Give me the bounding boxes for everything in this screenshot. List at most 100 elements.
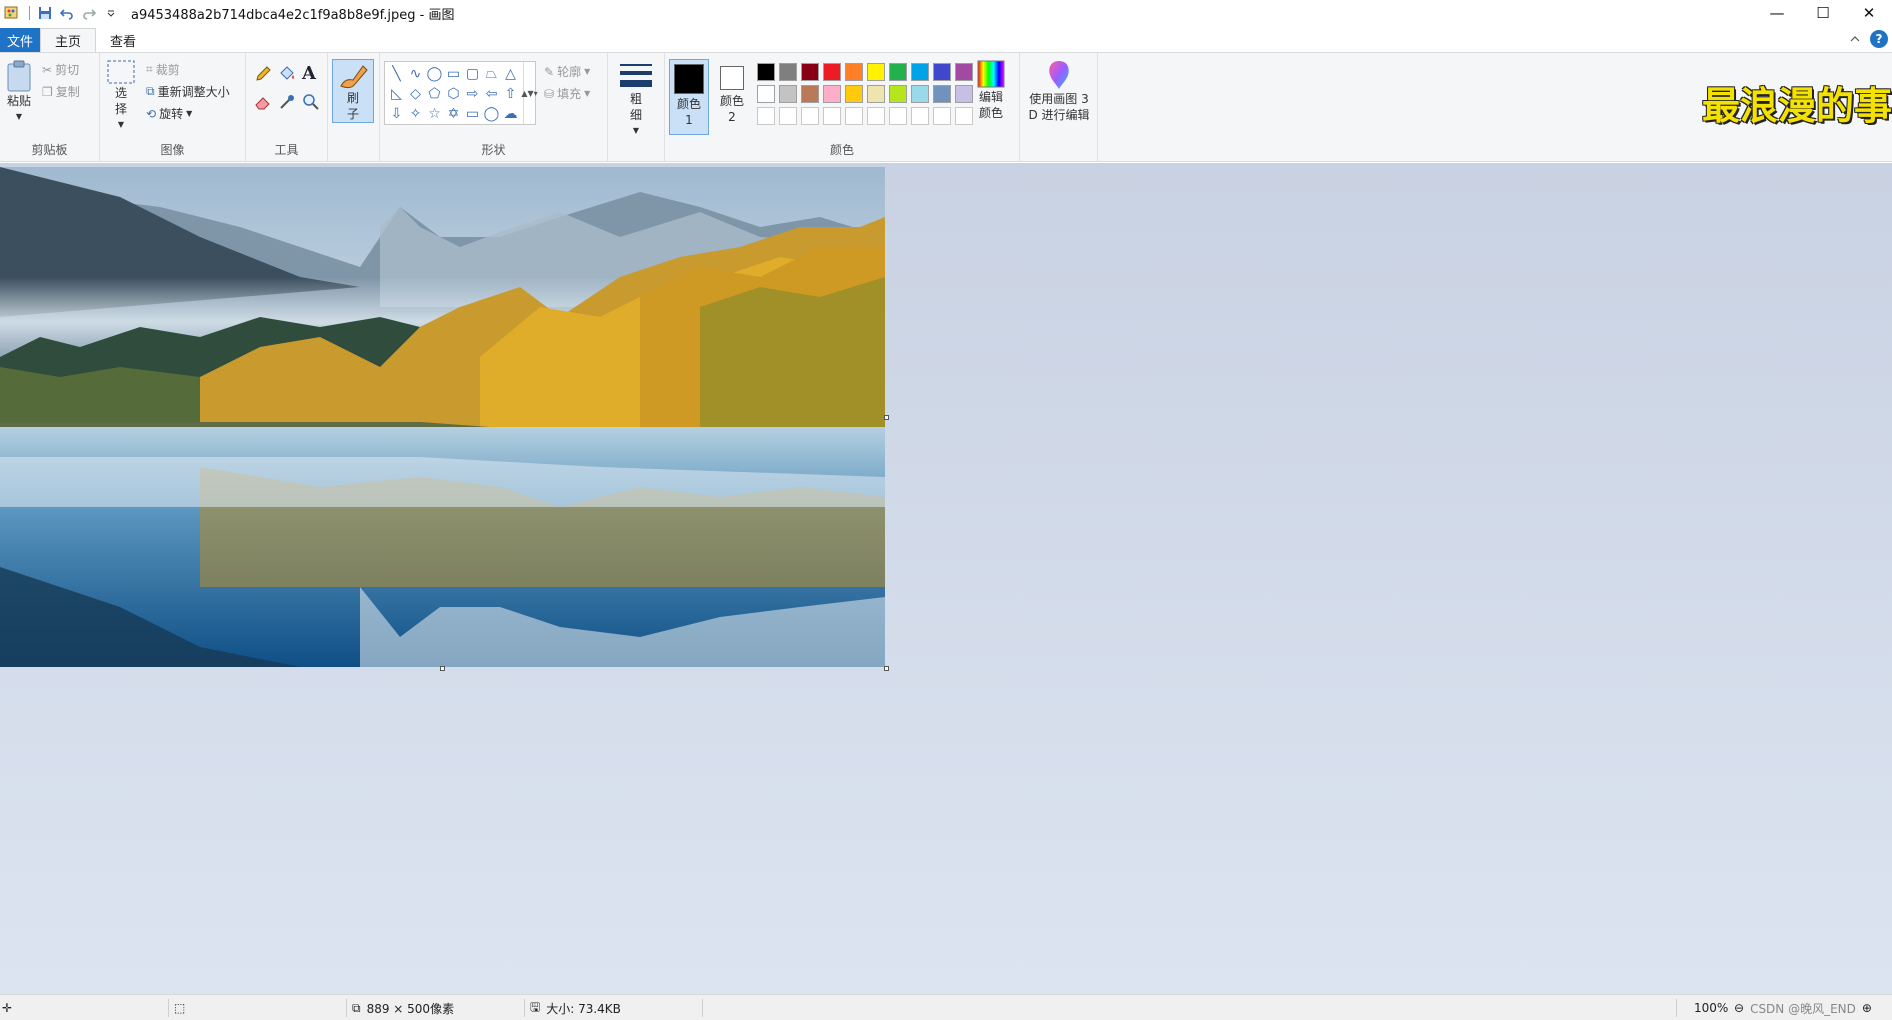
magnifier-icon[interactable] (302, 93, 320, 111)
color-picker-icon[interactable] (278, 93, 296, 111)
palette-swatch[interactable] (845, 85, 863, 103)
shape-callout-cloud-icon[interactable]: ☁ (501, 104, 520, 123)
zoom-out-icon[interactable]: ⊖ (1734, 1001, 1744, 1015)
palette-swatch[interactable] (801, 107, 819, 125)
shape-line-icon[interactable]: ╲ (387, 64, 406, 83)
resize-button[interactable]: ⧉ 重新调整大小 (146, 83, 230, 100)
brushes-button[interactable]: 刷子 (332, 59, 374, 123)
palette-swatch[interactable] (867, 107, 885, 125)
palette-swatch[interactable] (911, 107, 929, 125)
maximize-button[interactable]: ☐ (1800, 0, 1846, 26)
tab-home[interactable]: 主页 (40, 28, 97, 52)
paint3d-group: 使用画图 3 D 进行编辑 (1020, 53, 1098, 161)
shapes-gallery[interactable]: ╲ ∿ ◯ ▭ ▢ ⏢ △ ◺ ◇ ⬠ ⬡ ⇨ ⇦ ⇧ ⇩ ✧ ☆ ✡ ▭ ◯ … (384, 61, 538, 125)
palette-swatch[interactable] (757, 63, 775, 81)
palette-swatch[interactable] (933, 63, 951, 81)
cut-button[interactable]: ✂ 剪切 (42, 61, 79, 78)
selection-icon: ⬚ (174, 1001, 186, 1015)
palette-swatch[interactable] (845, 63, 863, 81)
collapse-ribbon-icon[interactable] (1850, 34, 1860, 44)
cut-label: 剪切 (55, 63, 80, 77)
palette-swatch[interactable] (933, 107, 951, 125)
palette-swatch[interactable] (757, 85, 775, 103)
palette-swatch[interactable] (823, 63, 841, 81)
shape-polygon-icon[interactable]: ⏢ (482, 64, 501, 83)
shape-four-star-icon[interactable]: ✧ (406, 104, 425, 123)
paint-app-icon[interactable] (2, 3, 22, 23)
shape-triangle-icon[interactable]: △ (501, 64, 520, 83)
canvas-workspace[interactable] (0, 163, 1892, 994)
help-icon[interactable]: ? (1870, 30, 1888, 48)
customize-toolbar-icon[interactable] (101, 3, 121, 23)
paste-button[interactable]: 粘贴 ▼ (2, 59, 36, 125)
image-canvas[interactable] (0, 167, 885, 667)
outline-button[interactable]: ✎ 轮廓 ▼ (544, 63, 590, 80)
shape-oval-icon[interactable]: ◯ (425, 64, 444, 83)
palette-swatch[interactable] (889, 85, 907, 103)
shape-callout-oval-icon[interactable]: ◯ (482, 104, 501, 123)
close-button[interactable]: ✕ (1846, 0, 1892, 26)
edit-colors-label: 编辑颜色 (978, 90, 1003, 120)
tab-view[interactable]: 查看 (96, 28, 150, 52)
palette-swatch[interactable] (911, 85, 929, 103)
pencil-icon[interactable] (254, 65, 272, 83)
text-tool-icon[interactable]: A (302, 63, 316, 84)
shape-diamond-icon[interactable]: ◇ (406, 84, 425, 103)
shape-six-star-icon[interactable]: ✡ (444, 104, 463, 123)
shape-right-triangle-icon[interactable]: ◺ (387, 84, 406, 103)
palette-swatch[interactable] (911, 63, 929, 81)
save-icon[interactable] (35, 3, 55, 23)
shape-rectangle-icon[interactable]: ▭ (444, 64, 463, 83)
copy-button[interactable]: ❐ 复制 (42, 83, 80, 100)
resize-handle-bottom[interactable] (440, 666, 445, 671)
zoom-slider[interactable]: ⊖ CSDN @晚风_END ⊕ (1734, 995, 1872, 1020)
paint3d-icon (1049, 61, 1069, 89)
palette-swatch[interactable] (867, 85, 885, 103)
undo-icon[interactable] (57, 3, 77, 23)
shape-curve-icon[interactable]: ∿ (406, 64, 425, 83)
title-bar: a9453488a2b714dbca4e2c1f9a8b8e9f.jpeg - … (0, 0, 1892, 26)
shape-five-star-icon[interactable]: ☆ (425, 104, 444, 123)
minimize-button[interactable]: — (1754, 0, 1800, 26)
shape-right-arrow-icon[interactable]: ⇨ (463, 84, 482, 103)
palette-swatch[interactable] (779, 85, 797, 103)
overlay-sticker-text: 最浪漫的事 (1701, 84, 1892, 128)
color1-button[interactable]: 颜色 1 (669, 59, 709, 135)
palette-swatch[interactable] (889, 107, 907, 125)
palette-swatch[interactable] (757, 107, 775, 125)
cursor-position: ✛ (2, 995, 12, 1020)
palette-swatch[interactable] (823, 107, 841, 125)
palette-swatch[interactable] (779, 107, 797, 125)
color2-button[interactable]: 颜色 2 (713, 59, 751, 125)
shape-hexagon-icon[interactable]: ⬡ (444, 84, 463, 103)
size-button[interactable]: 粗细 ▼ (616, 61, 656, 139)
shape-pentagon-icon[interactable]: ⬠ (425, 84, 444, 103)
shape-left-arrow-icon[interactable]: ⇦ (482, 84, 501, 103)
eraser-icon[interactable] (254, 93, 272, 111)
palette-swatch[interactable] (823, 85, 841, 103)
palette-swatch[interactable] (867, 63, 885, 81)
palette-swatch[interactable] (779, 63, 797, 81)
resize-handle-corner[interactable] (884, 666, 889, 671)
rotate-button[interactable]: ⟲ 旋转 ▼ (146, 105, 192, 122)
paint3d-button[interactable]: 使用画图 3 D 进行编辑 (1024, 59, 1094, 123)
palette-swatch[interactable] (801, 85, 819, 103)
edit-colors-button[interactable]: 编辑颜色 (969, 59, 1013, 121)
redo-icon[interactable] (79, 3, 99, 23)
shape-up-arrow-icon[interactable]: ⇧ (501, 84, 520, 103)
zoom-in-icon[interactable]: ⊕ (1862, 1001, 1872, 1015)
palette-swatch[interactable] (933, 85, 951, 103)
palette-swatch[interactable] (889, 63, 907, 81)
select-button[interactable]: 选择 ▼ (104, 59, 138, 133)
resize-handle-right[interactable] (884, 415, 889, 420)
crop-button[interactable]: ⌗ 裁剪 (146, 61, 180, 78)
tab-file[interactable]: 文件 (0, 28, 40, 52)
palette-swatch[interactable] (845, 107, 863, 125)
shape-down-arrow-icon[interactable]: ⇩ (387, 104, 406, 123)
fill-button[interactable]: ⛁ 填充 ▼ (544, 85, 590, 102)
shape-rounded-rect-icon[interactable]: ▢ (463, 64, 482, 83)
shapes-gallery-scroll[interactable]: ▲▼▾ (521, 62, 538, 124)
shape-callout-rect-icon[interactable]: ▭ (463, 104, 482, 123)
fill-bucket-icon[interactable] (278, 65, 296, 83)
palette-swatch[interactable] (801, 63, 819, 81)
